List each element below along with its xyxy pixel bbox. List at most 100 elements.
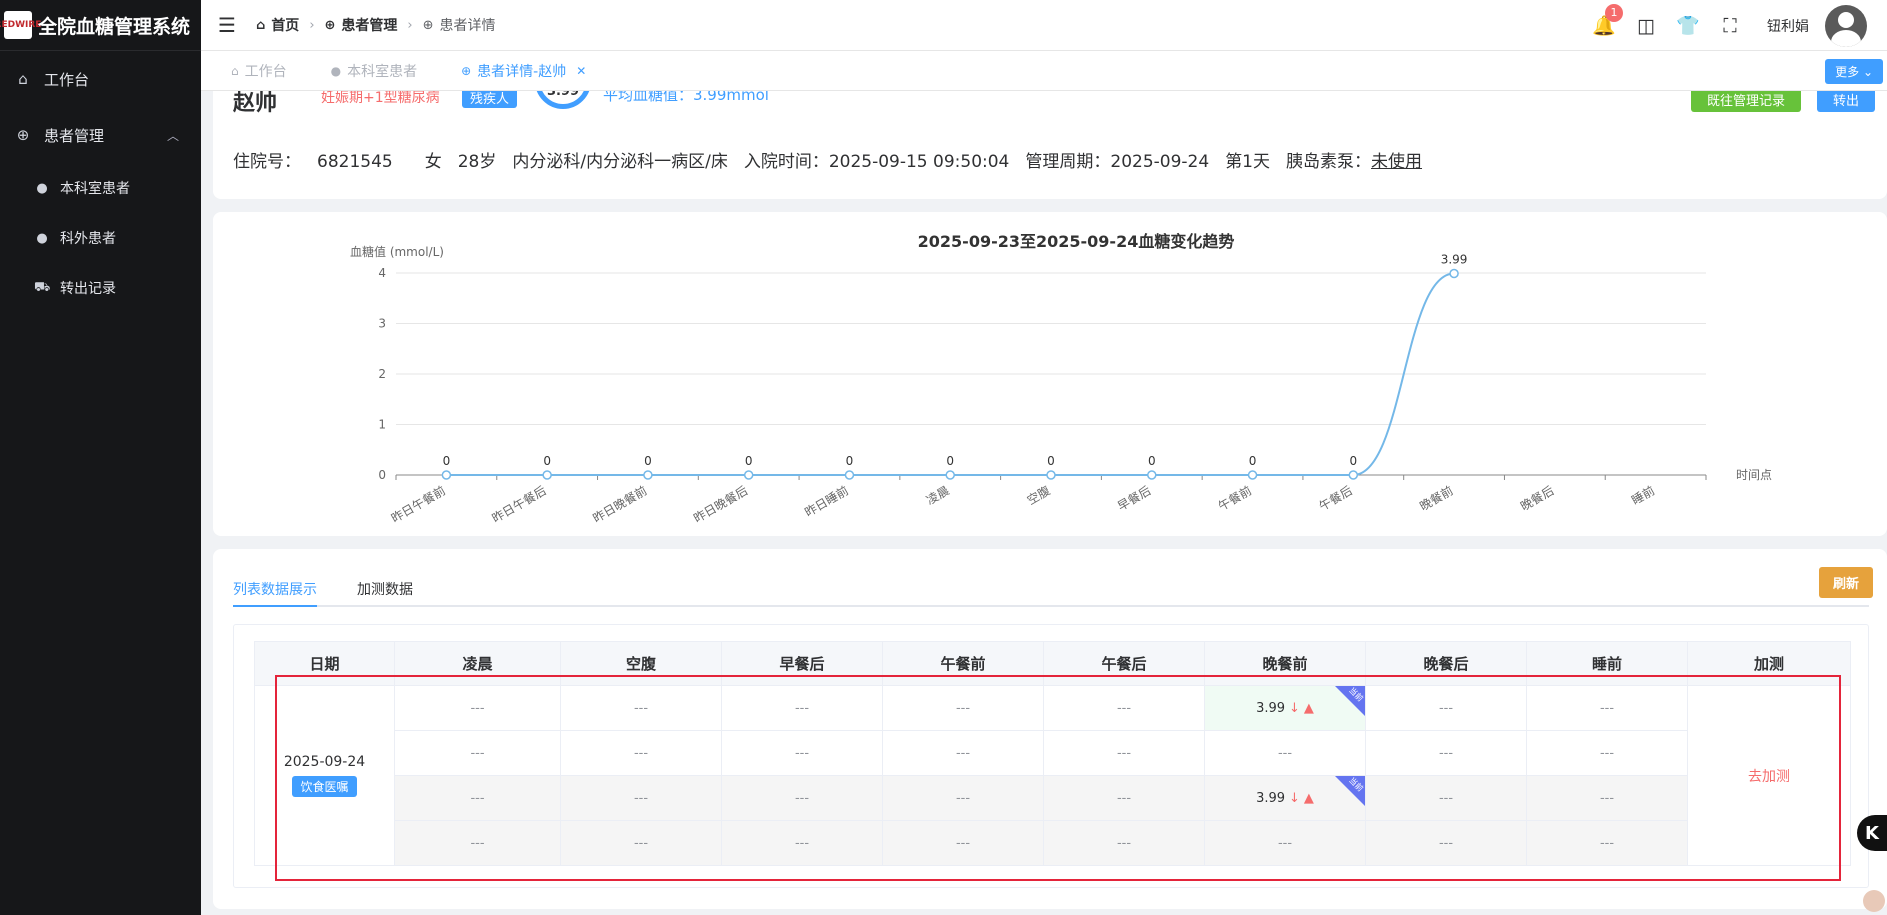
avatar[interactable] [1825, 4, 1867, 47]
tab-patient-detail[interactable]: ⊕ 患者详情-赵帅 ✕ [447, 51, 600, 91]
col-after-lunch: 午餐后 [1043, 641, 1205, 686]
tab-list-data[interactable]: 列表数据展示 [233, 579, 317, 607]
x-tick-label: 晚餐后 [1518, 483, 1557, 514]
cell-value-before-dinner[interactable]: 3.99 ↓ ▲ 当前 [1204, 775, 1366, 821]
table-row: --- --- --- --- --- --- --- --- [255, 820, 1851, 866]
cell-empty[interactable]: --- [560, 730, 722, 776]
cell-empty[interactable]: --- [394, 685, 561, 731]
data-point [945, 470, 955, 480]
sidebar-item-dept-patients[interactable]: ● 本科室患者 [0, 163, 201, 213]
theme-shirt-icon[interactable]: 👕 [1667, 14, 1709, 37]
cell-empty[interactable]: --- [560, 775, 722, 821]
table-row: --- --- --- --- --- 3.99 ↓ ▲ 当前 --- --- [255, 775, 1851, 821]
cell-empty[interactable]: --- [1365, 820, 1527, 866]
more-button[interactable]: 更多 ⌄ [1825, 59, 1883, 84]
tab-extra-data[interactable]: 加测数据 [357, 579, 413, 607]
data-label: 0 [1349, 454, 1357, 468]
go-extra-test-link[interactable]: 去加测 [1687, 685, 1851, 866]
tab-dept-patients[interactable]: ● 本科室患者 [317, 51, 431, 91]
bell-icon[interactable]: 🔔 1 [1583, 4, 1625, 37]
data-point [643, 470, 653, 480]
floating-k-button[interactable]: K [1857, 815, 1887, 851]
cell-empty[interactable]: --- [1365, 685, 1527, 731]
y-tick-label: 0 [378, 468, 386, 482]
data-label: 0 [1148, 454, 1156, 468]
tab-workbench[interactable]: ⌂ 工作台 [217, 51, 301, 91]
home-icon: ⌂ [18, 70, 28, 88]
cell-empty[interactable]: --- [1043, 730, 1205, 776]
management-day: 第1天 [1225, 152, 1271, 172]
header-tools: 🔔 1 ◫ 👕 ⛶ 钮利娟 [1583, 0, 1887, 51]
data-label: 0 [644, 454, 652, 468]
chart-title: 2025-09-23至2025-09-24血糖变化趋势 [918, 232, 1235, 251]
cell-empty[interactable]: --- [721, 820, 883, 866]
cell-empty[interactable]: --- [1526, 730, 1688, 776]
diet-order-tag[interactable]: 饮食医嘱 [292, 776, 357, 797]
x-tick-label: 空腹 [1025, 483, 1053, 507]
cell-empty[interactable]: --- [394, 775, 561, 821]
close-icon[interactable]: ✕ [576, 64, 586, 78]
cell-empty[interactable]: --- [882, 730, 1044, 776]
notification-badge: 1 [1605, 4, 1623, 22]
x-tick-label: 昨日睡前 [802, 483, 851, 520]
breadcrumb-patient-management[interactable]: ⊕ 患者管理 [325, 15, 398, 35]
sidebar-item-transfer-records[interactable]: ⛟ 转出记录 [0, 263, 201, 313]
cell-empty[interactable]: --- [394, 730, 561, 776]
y-tick-label: 4 [378, 266, 386, 280]
top-header: ☰ ⌂ 首页 › ⊕ 患者管理 › ⊕ 患者详情 🔔 1 ◫ 👕 ⛶ 钮利娟 [201, 0, 1887, 51]
cell-value-before-dinner[interactable]: 3.99 ↓ ▲ 当前 [1204, 685, 1366, 731]
cell-empty[interactable]: --- [1526, 775, 1688, 821]
refresh-button[interactable]: 刷新 [1818, 567, 1873, 598]
cell-empty[interactable]: --- [1043, 775, 1205, 821]
cell-empty[interactable]: --- [721, 730, 883, 776]
transfer-button[interactable]: 转出 [1816, 91, 1875, 112]
data-point [1147, 470, 1157, 480]
col-bedtime: 睡前 [1526, 641, 1688, 686]
crosshair-icon: ⊕ [422, 17, 434, 33]
y-tick-label: 2 [378, 367, 386, 381]
data-label: 0 [846, 454, 854, 468]
sidebar-item-patient-management[interactable]: ⊕ 患者管理 ︿ [0, 107, 201, 163]
avg-glucose-text: 平均血糖值：3.99mmol [603, 91, 769, 104]
sidebar-item-external-patients[interactable]: ● 科外患者 [0, 213, 201, 263]
patient-age: 28岁 [457, 152, 497, 172]
sidebar-item-label: 患者管理 [44, 126, 105, 145]
table-wrapper: 日期 凌晨 空腹 早餐后 午餐前 午餐后 晚餐前 晚餐后 睡前 加测 2025-… [233, 624, 1869, 888]
username[interactable]: 钮利娟 [1767, 16, 1809, 36]
cell-empty[interactable]: --- [394, 820, 561, 866]
cell-empty[interactable]: --- [1365, 730, 1527, 776]
history-records-button[interactable]: 既往管理记录 [1690, 91, 1801, 112]
insulin-pump-value[interactable]: 未使用 [1371, 147, 1422, 172]
warning-icon: ▲ [1303, 700, 1314, 716]
x-tick-label: 午餐后 [1316, 483, 1355, 514]
sidebar-item-workbench[interactable]: ⌂ 工作台 [0, 51, 201, 107]
cell-empty[interactable]: --- [1204, 820, 1366, 866]
sidebar-item-label: 工作台 [44, 70, 90, 89]
cell-empty[interactable]: --- [560, 685, 722, 731]
data-label: 0 [443, 454, 451, 468]
cell-empty[interactable]: --- [882, 775, 1044, 821]
chevron-up-icon: ︿ [166, 128, 179, 143]
cell-empty[interactable]: --- [1526, 820, 1688, 866]
patient-name: 赵帅 [233, 91, 278, 116]
cell-empty[interactable]: --- [882, 685, 1044, 731]
cell-empty[interactable]: --- [882, 820, 1044, 866]
breadcrumb-home[interactable]: ⌂ 首页 [256, 15, 299, 35]
cell-empty[interactable]: --- [560, 820, 722, 866]
fullscreen-icon[interactable]: ⛶ [1709, 15, 1751, 37]
layout-icon[interactable]: ◫ [1625, 15, 1667, 37]
menu-toggle-icon[interactable]: ☰ [218, 13, 238, 37]
cell-empty[interactable]: --- [1043, 685, 1205, 731]
patient-sex: 女 [424, 152, 442, 172]
data-label: 0 [543, 454, 551, 468]
cell-empty[interactable]: --- [1204, 730, 1366, 776]
breadcrumb-patient-detail: ⊕ 患者详情 [422, 17, 496, 35]
cell-empty[interactable]: --- [1526, 685, 1688, 731]
cell-empty[interactable]: --- [721, 775, 883, 821]
data-label: 0 [1047, 454, 1055, 468]
cell-empty[interactable]: --- [721, 685, 883, 731]
cell-empty[interactable]: --- [1365, 775, 1527, 821]
floating-assistant-avatar[interactable] [1863, 890, 1885, 912]
cell-empty[interactable]: --- [1043, 820, 1205, 866]
data-label: 0 [1249, 454, 1257, 468]
